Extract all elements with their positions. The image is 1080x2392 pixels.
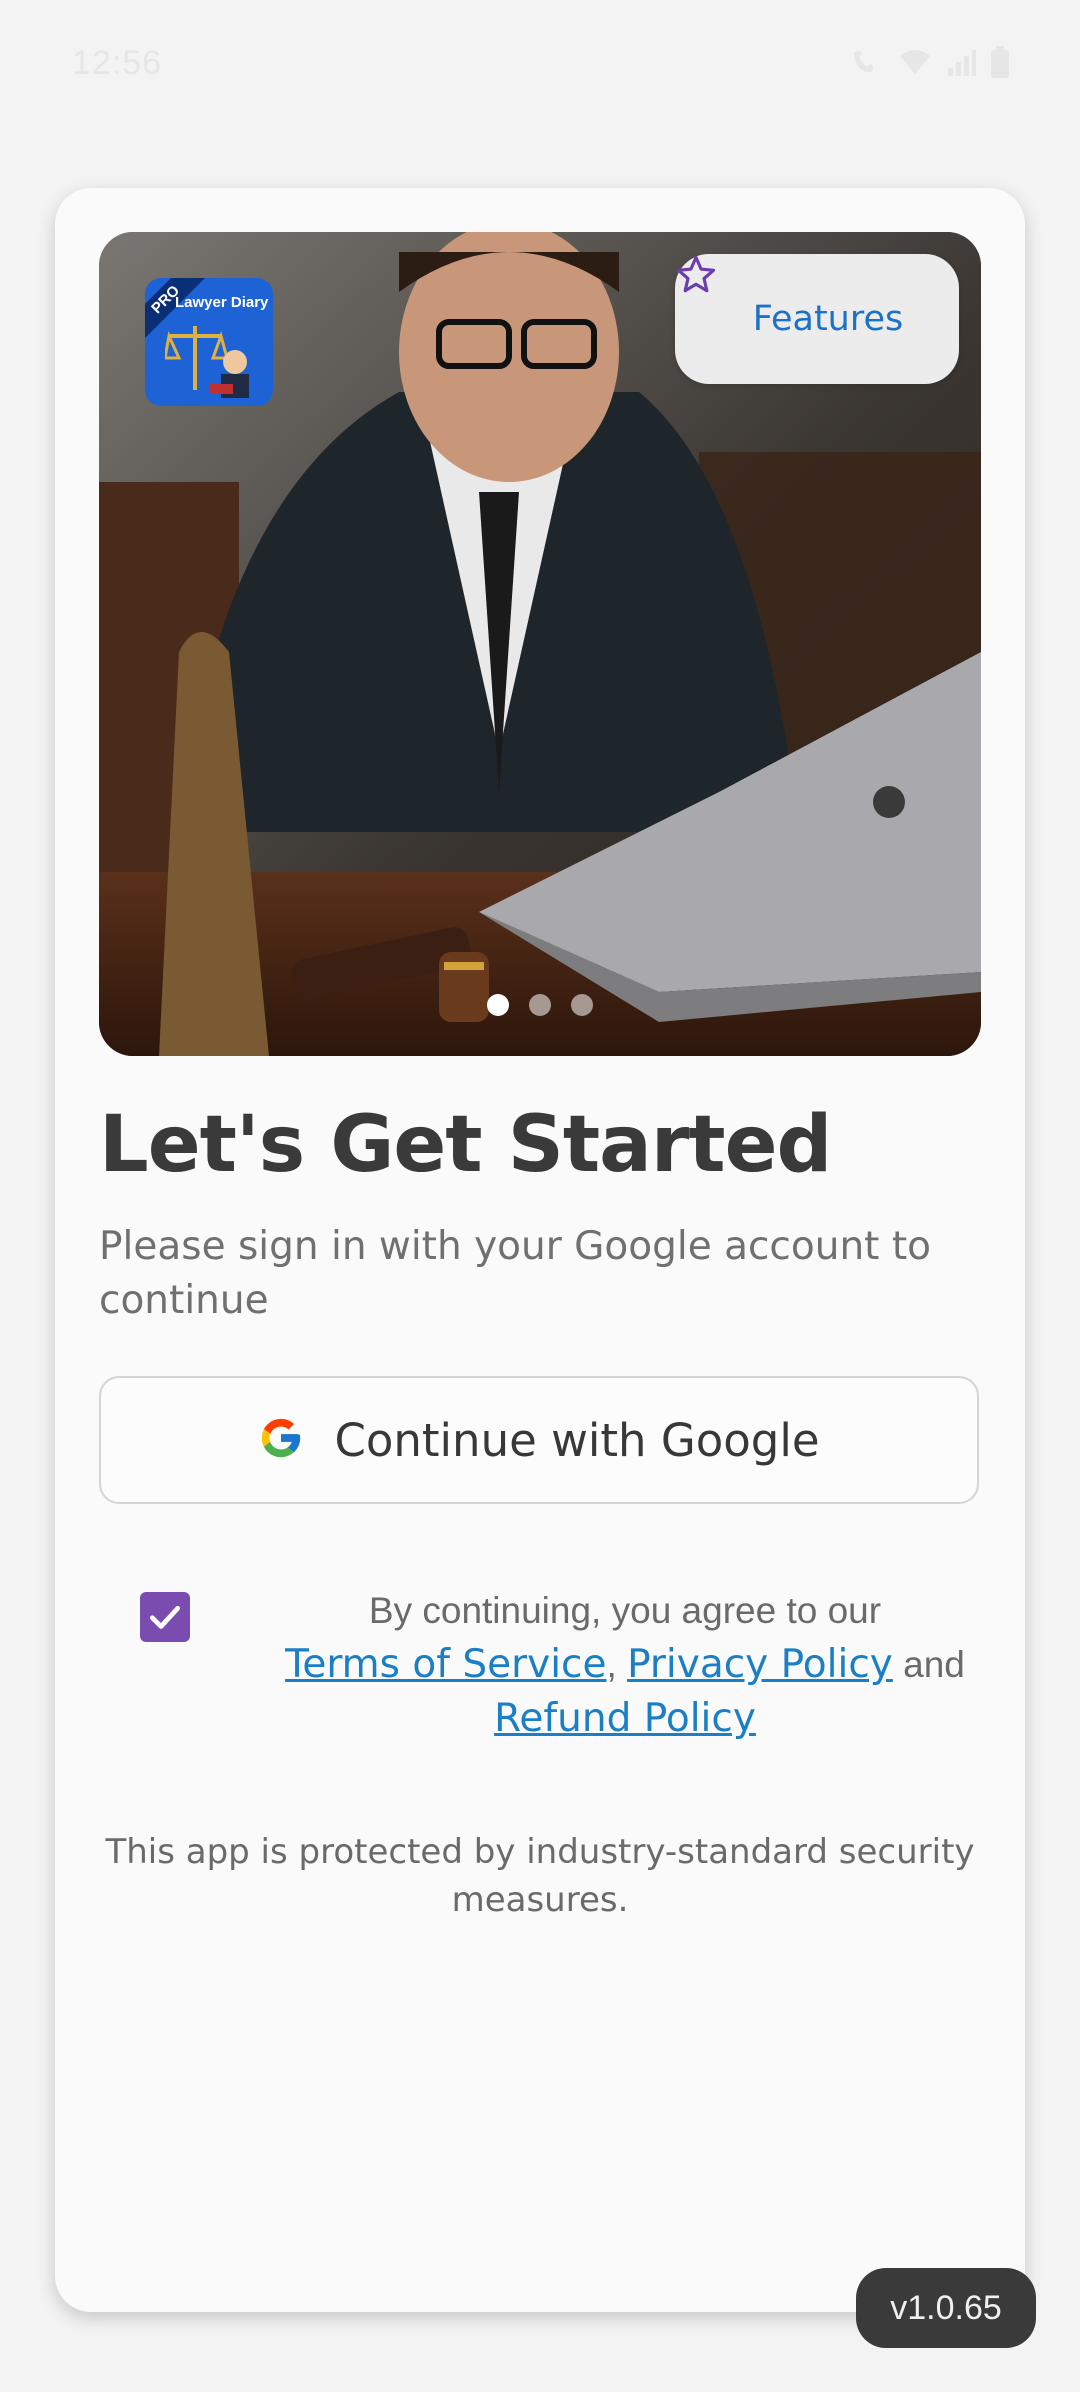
wifi-call-icon xyxy=(850,47,884,82)
signin-card: PRO Lawyer Diary Features Let's Get Star… xyxy=(55,188,1025,2312)
features-button[interactable]: Features xyxy=(675,254,959,384)
privacy-policy-link[interactable]: Privacy Policy xyxy=(627,1642,893,1687)
version-badge: v1.0.65 xyxy=(856,2268,1036,2348)
app-logo: PRO Lawyer Diary xyxy=(145,278,273,406)
agreement-text: By continuing, you agree to our Terms of… xyxy=(245,1584,1005,1746)
continue-with-google-button[interactable]: Continue with Google xyxy=(99,1376,979,1504)
terms-of-service-link[interactable]: Terms of Service xyxy=(285,1642,606,1687)
wifi-icon xyxy=(898,48,932,81)
agreement-separator: , xyxy=(606,1644,617,1685)
agreement-and: and xyxy=(903,1644,965,1685)
status-time: 12:56 xyxy=(72,44,163,82)
signal-icon xyxy=(946,48,976,81)
google-icon xyxy=(258,1415,304,1466)
scales-icon xyxy=(165,326,249,398)
security-note: This app is protected by industry-standa… xyxy=(105,1832,975,1920)
carousel-dot-2[interactable] xyxy=(529,994,551,1016)
agreement-prefix: By continuing, you agree to our xyxy=(368,1590,882,1631)
checkmark-icon xyxy=(149,1605,181,1629)
page-title: Let's Get Started xyxy=(99,1100,832,1190)
carousel-dot-3[interactable] xyxy=(571,994,593,1016)
continue-with-google-label: Continue with Google xyxy=(334,1413,820,1467)
battery-icon xyxy=(990,46,1010,83)
agree-checkbox[interactable] xyxy=(140,1592,190,1642)
signin-subtitle: Please sign in with your Google account … xyxy=(99,1224,932,1323)
refund-policy-link[interactable]: Refund Policy xyxy=(494,1696,756,1741)
carousel-dot-1[interactable] xyxy=(487,994,509,1016)
features-label: Features xyxy=(752,299,904,339)
hero-carousel[interactable]: PRO Lawyer Diary Features xyxy=(99,232,981,1056)
carousel-dots xyxy=(99,994,981,1016)
app-logo-title: Lawyer Diary xyxy=(175,294,269,311)
status-bar: 12:56 xyxy=(0,0,1080,130)
status-icons xyxy=(850,46,1010,83)
